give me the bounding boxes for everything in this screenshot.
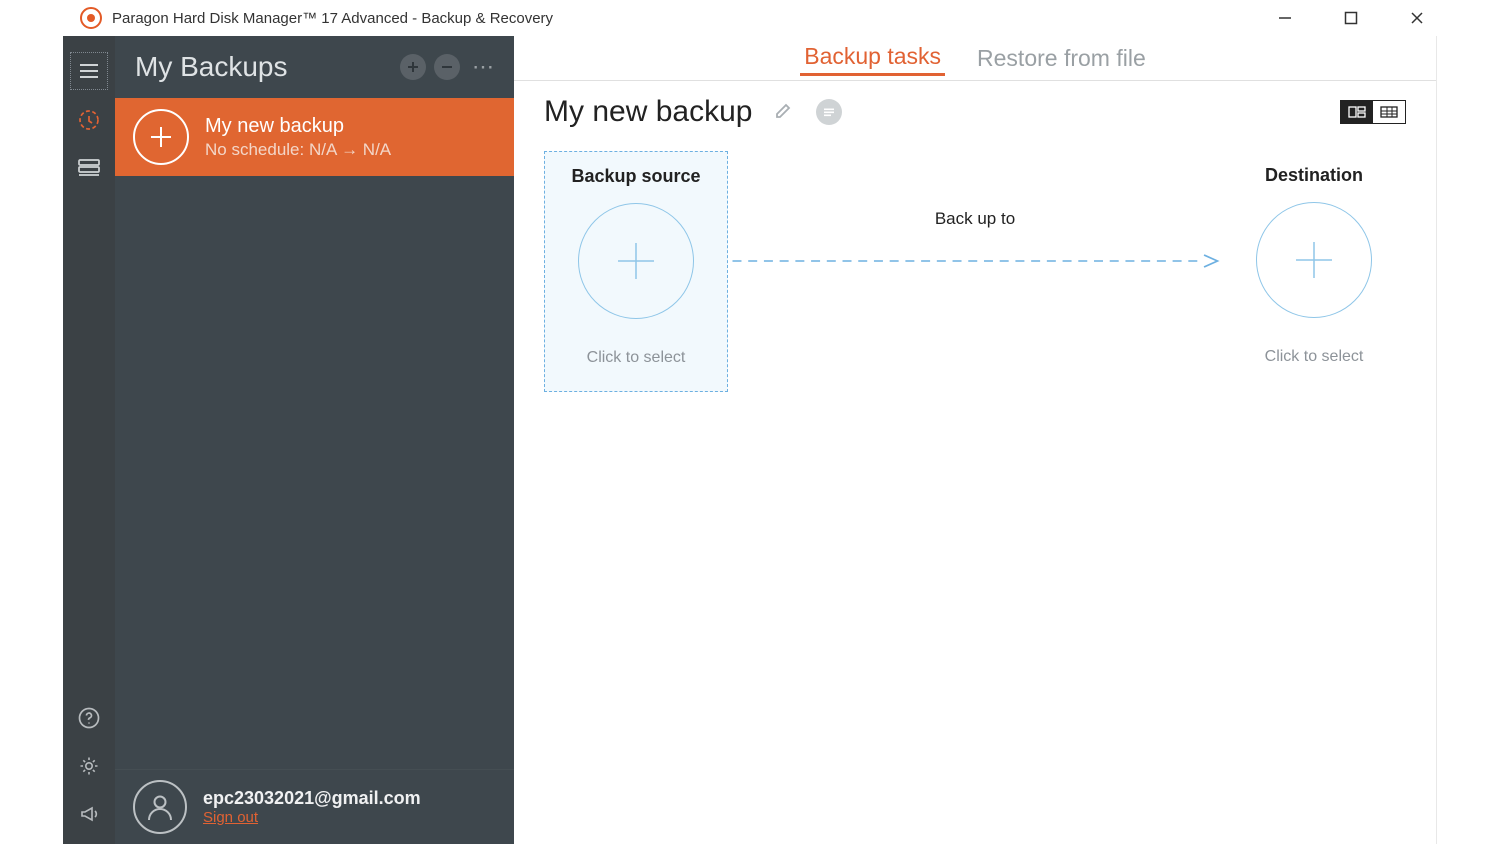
destination-label: Destination	[1265, 165, 1363, 186]
settings-icon[interactable]	[71, 748, 107, 784]
add-source-icon[interactable]	[578, 203, 694, 319]
minimize-button[interactable]	[1272, 7, 1298, 29]
user-email: epc23032021@gmail.com	[203, 788, 421, 809]
arrow-area: Back up to	[728, 151, 1222, 269]
window-titlebar: Paragon Hard Disk Manager™ 17 Advanced -…	[0, 0, 1500, 36]
close-button[interactable]	[1404, 7, 1430, 29]
arrow-icon	[728, 253, 1222, 269]
disks-nav-icon[interactable]	[71, 150, 107, 186]
add-backup-button[interactable]	[400, 54, 426, 80]
source-hint: Click to select	[587, 349, 686, 367]
help-icon[interactable]	[71, 700, 107, 736]
remove-backup-button[interactable]	[434, 54, 460, 80]
maximize-button[interactable]	[1338, 7, 1364, 29]
destination-card[interactable]: Destination Click to select	[1222, 151, 1406, 390]
backup-nav-icon[interactable]	[71, 102, 107, 138]
backup-flow: Backup source Click to select Back up to	[544, 151, 1406, 392]
backup-title: My new backup	[544, 95, 752, 129]
content: My new backup	[514, 81, 1436, 406]
side-panel: My Backups ⋯ My new backup No	[115, 36, 514, 844]
window-title: Paragon Hard Disk Manager™ 17 Advanced -…	[112, 10, 553, 27]
source-label: Backup source	[571, 166, 700, 187]
view-card-button[interactable]	[1341, 101, 1373, 123]
side-title: My Backups	[135, 51, 400, 83]
more-actions-button[interactable]: ⋯	[468, 54, 500, 80]
backup-item-name: My new backup	[205, 114, 391, 138]
backup-to-label: Back up to	[935, 209, 1015, 229]
app-window: Paragon Hard Disk Manager™ 17 Advanced -…	[0, 0, 1500, 844]
view-toggles	[1340, 100, 1406, 124]
content-header: My new backup	[544, 95, 1406, 129]
notes-icon[interactable]	[816, 99, 842, 125]
user-panel: epc23032021@gmail.com Sign out	[115, 769, 514, 844]
tab-backup-tasks[interactable]: Backup tasks	[800, 41, 945, 76]
destination-hint: Click to select	[1265, 348, 1364, 366]
rename-icon[interactable]	[774, 100, 794, 125]
side-header: My Backups ⋯	[115, 36, 514, 98]
app-body: My Backups ⋯ My new backup No	[0, 36, 1500, 844]
main-tabs: Backup tasks Restore from file	[514, 36, 1436, 81]
view-list-button[interactable]	[1373, 101, 1405, 123]
avatar-icon	[133, 780, 187, 834]
side-actions: ⋯	[400, 54, 500, 80]
menu-button[interactable]	[70, 52, 108, 90]
backup-list-item[interactable]: My new backup No schedule: N/A → N/A	[115, 98, 514, 176]
backup-item-icon	[133, 109, 189, 165]
announce-icon[interactable]	[71, 796, 107, 832]
window-controls	[1272, 0, 1430, 36]
backup-item-subtitle: No schedule: N/A → N/A	[205, 140, 391, 160]
add-destination-icon[interactable]	[1256, 202, 1372, 318]
nav-rail	[63, 36, 115, 844]
backup-source-card[interactable]: Backup source Click to select	[544, 151, 728, 392]
sign-out-link[interactable]: Sign out	[203, 809, 421, 826]
tab-restore-from-file[interactable]: Restore from file	[973, 43, 1150, 74]
main-area: Backup tasks Restore from file My new ba…	[514, 36, 1437, 844]
app-logo-icon	[80, 7, 102, 29]
